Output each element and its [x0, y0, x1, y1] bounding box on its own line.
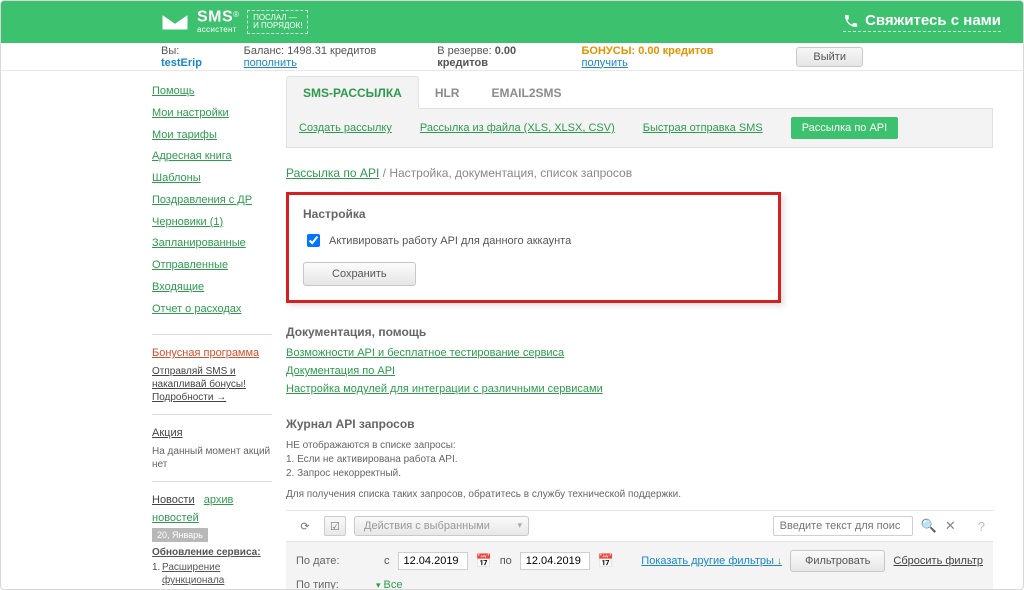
breadcrumb: Рассылка по API / Настройка, документаци…: [286, 166, 993, 180]
doc-api[interactable]: Документация по API: [286, 365, 993, 377]
refresh-icon[interactable]: ⟳: [294, 516, 316, 536]
sidebar-help[interactable]: Помощь: [152, 85, 195, 99]
filter-type-label: По типу:: [296, 579, 376, 590]
bulk-actions-select[interactable]: Действия с выбранными: [354, 516, 529, 536]
tab-hlr[interactable]: HLR: [419, 77, 476, 108]
username-link[interactable]: testErip: [161, 57, 202, 69]
reserve: В резерве: 0.00 кредитов: [437, 45, 553, 69]
sidebar-inbox[interactable]: Входящие: [152, 281, 204, 295]
help-icon[interactable]: ?: [978, 519, 985, 534]
config-title: Настройка: [303, 207, 764, 221]
log-note: НЕ отображаются в списке запросы: 1. Есл…: [286, 439, 993, 481]
news-item[interactable]: Расширение функционала дополнительных: [152, 561, 276, 590]
promo-title: Акция: [152, 427, 183, 439]
user-bar: Вы: testErip Баланс: 1498.31 кредитов по…: [1, 43, 1023, 71]
log-support: Для получения списка таких запросов, обр…: [286, 489, 993, 500]
bonus-desc: Отправляй SMS и накапливай бонусы! Подро…: [152, 365, 276, 404]
save-button[interactable]: Сохранить: [303, 262, 416, 286]
sidebar-settings[interactable]: Мои настройки: [152, 107, 229, 121]
filter-type-value[interactable]: Все: [376, 579, 403, 590]
doc-capabilities[interactable]: Возможности API и бесплатное тестировани…: [286, 347, 993, 359]
subtabs: Создать рассылку Рассылка из файла (XLS,…: [286, 109, 993, 148]
sidebar: Помощь Мои настройки Мои тарифы Адресная…: [146, 71, 276, 589]
calendar-from-icon[interactable]: 📅: [476, 553, 492, 569]
current-user: Вы: testErip: [161, 45, 216, 69]
filter-button[interactable]: Фильтровать: [790, 550, 885, 572]
tab-sms[interactable]: SMS-РАССЫЛКА: [286, 76, 419, 109]
news-date: 20, Январь: [152, 528, 208, 542]
logo-block: SMS® ассистент ПОСЛАЛ — И ПОРЯДОК!: [161, 10, 308, 35]
tagline: ПОСЛАЛ — И ПОРЯДОК!: [247, 10, 308, 35]
exit-button[interactable]: Выйти: [796, 47, 863, 67]
bonus-program-link[interactable]: Бонусная программа: [152, 347, 259, 359]
docs-title: Документация, помощь: [286, 325, 993, 339]
main: SMS-РАССЫЛКА HLR EMAIL2SMS Создать рассы…: [276, 71, 1023, 589]
log-title: Журнал API запросов: [286, 417, 993, 431]
toolbar: ⟳ ☑ Действия с выбранными 🔍 ✕ ?: [286, 510, 993, 542]
news-block: Новости архив новостей: [152, 494, 233, 524]
crumb-api[interactable]: Рассылка по API: [286, 166, 379, 180]
tabs: SMS-РАССЫЛКА HLR EMAIL2SMS: [286, 75, 993, 109]
sidebar-report[interactable]: Отчет о расходах: [152, 303, 241, 317]
config-box: Настройка Активировать работу API для да…: [286, 192, 781, 303]
sidebar-templates[interactable]: Шаблоны: [152, 172, 201, 186]
top-bar: SMS® ассистент ПОСЛАЛ — И ПОРЯДОК! Свяжи…: [1, 1, 1023, 43]
sidebar-birthday[interactable]: Поздравления с ДР: [152, 194, 252, 208]
clear-icon[interactable]: ✕: [945, 518, 956, 534]
contact-link[interactable]: Свяжитесь с нами: [843, 12, 1001, 32]
select-all-icon[interactable]: ☑: [324, 516, 346, 536]
subtab-api[interactable]: Рассылка по API: [791, 117, 899, 139]
sidebar-drafts[interactable]: Черновики (1): [152, 216, 223, 230]
subtab-quick[interactable]: Быстрая отправка SMS: [643, 122, 763, 134]
balance: Баланс: 1498.31 кредитов пополнить: [244, 45, 410, 69]
sidebar-sent[interactable]: Отправленные: [152, 259, 228, 273]
sidebar-scheduled[interactable]: Запланированные: [152, 237, 246, 251]
activate-api-checkbox[interactable]: [307, 234, 320, 247]
bonus-details-link[interactable]: Подробности →: [152, 392, 226, 403]
doc-modules[interactable]: Настройка модулей для интеграции с разли…: [286, 383, 993, 395]
brand-sub: ассистент: [197, 25, 239, 34]
subtab-file[interactable]: Рассылка из файла (XLS, XLSX, CSV): [420, 122, 615, 134]
calendar-to-icon[interactable]: 📅: [598, 553, 614, 569]
sidebar-addressbook[interactable]: Адресная книга: [152, 150, 232, 164]
date-to-input[interactable]: [520, 552, 590, 570]
reset-filter-link[interactable]: Сбросить фильтр: [893, 555, 983, 567]
activate-api-label[interactable]: Активировать работу API для данного акка…: [303, 231, 764, 250]
news-headline[interactable]: Обновление сервиса:: [152, 547, 276, 558]
show-filters-link[interactable]: Показать другие фильтры ↓: [641, 555, 782, 567]
date-from-input[interactable]: [398, 552, 468, 570]
tab-email2sms[interactable]: EMAIL2SMS: [475, 77, 577, 108]
topup-link[interactable]: пополнить: [244, 57, 297, 69]
search-input[interactable]: [773, 516, 913, 536]
search-icon[interactable]: 🔍: [921, 518, 937, 534]
bonus: БОНУСЫ: 0.00 кредитов получить: [582, 45, 741, 69]
brand-name: SMS: [197, 9, 233, 26]
bonus-get-link[interactable]: получить: [582, 57, 628, 69]
sidebar-tariffs[interactable]: Мои тарифы: [152, 129, 217, 143]
subtab-create[interactable]: Создать рассылку: [299, 122, 392, 134]
filter-date-label: По дате:: [296, 555, 376, 567]
envelope-icon: [161, 13, 189, 31]
filters: По дате: с 📅 по 📅 Показать другие фильтр…: [286, 542, 993, 590]
phone-icon: [843, 13, 859, 29]
promo-text: На данный момент акций нет: [152, 445, 276, 471]
